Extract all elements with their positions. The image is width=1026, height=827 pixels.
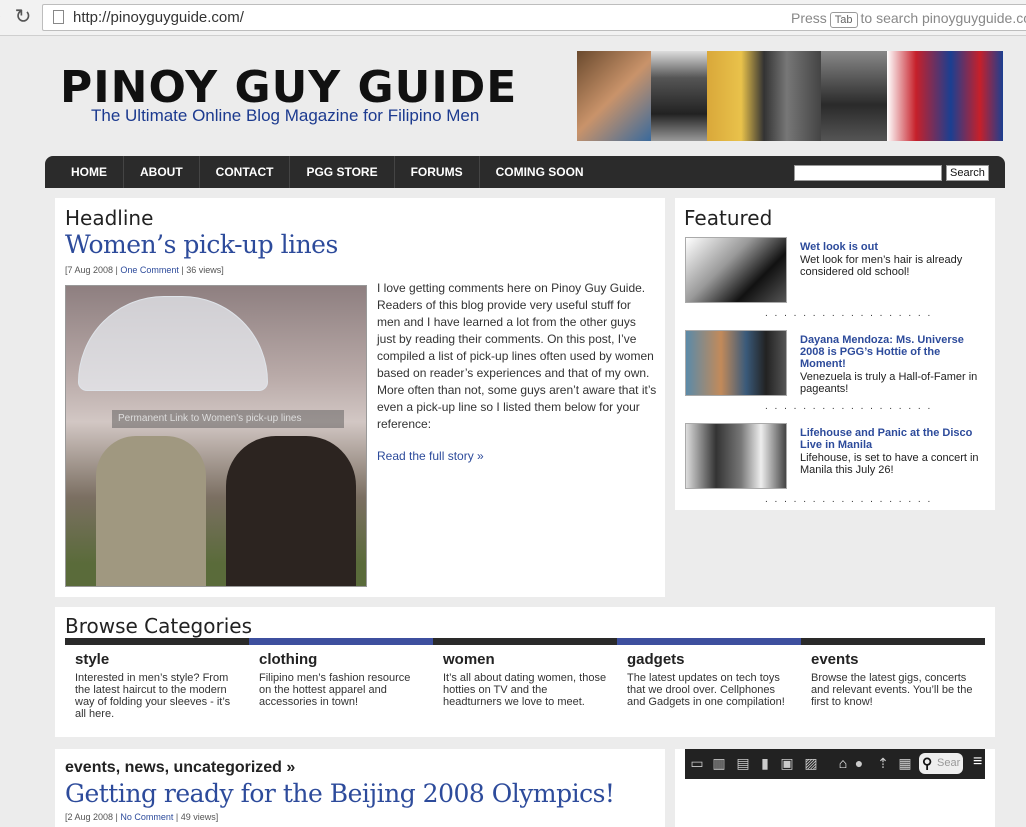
man-figure	[96, 436, 206, 586]
headline-meta: [7 Aug 2008 | One Comment | 36 views]	[65, 265, 224, 275]
widget-search-input[interactable]: ⚲ Sear	[919, 753, 963, 774]
nav-contact[interactable]: CONTACT	[200, 156, 291, 188]
bank-icon[interactable]: ⌂	[835, 755, 851, 771]
search-input[interactable]	[794, 165, 942, 181]
featured-desc: Lifehouse, is set to have a concert in M…	[800, 452, 979, 476]
reload-icon[interactable]: ↻	[12, 6, 34, 28]
widget-toolbar: ▭ ▥ ▤ ▮ ▣ ▨ ⌂ ● ⇡ ▦ ⚲ Sear ≡	[685, 749, 985, 779]
headline-views: | 36 views]	[178, 265, 224, 275]
search-hint: Press Tab to search pinoyguyguide.co	[791, 10, 1026, 28]
back-icon[interactable]: ›	[0, 7, 1, 23]
category-desc: The latest updates on tech toys that we …	[627, 672, 785, 708]
category-desc: It’s all about dating women, those hotti…	[443, 672, 607, 708]
nav-about[interactable]: ABOUT	[124, 156, 200, 188]
save-icon[interactable]: ▣	[779, 755, 795, 771]
nav-coming-soon[interactable]: COMING SOON	[480, 156, 600, 188]
post-meta: [2 Aug 2008 | No Comment | 49 views]	[65, 812, 218, 822]
url-text[interactable]: http://pinoyguyguide.com/	[73, 9, 244, 26]
headline-comments-link[interactable]: One Comment	[120, 265, 179, 275]
featured-desc: Venezuela is truly a Hall-of-Famer in pa…	[800, 371, 978, 395]
post-categories[interactable]: events, news, uncategorized »	[65, 759, 295, 777]
headline-photo[interactable]: Permanent Link to Women's pick-up lines	[65, 285, 367, 587]
image-icon[interactable]: ▨	[803, 755, 819, 771]
category-name[interactable]: events	[811, 651, 976, 668]
banner-photo-woman	[821, 51, 887, 141]
banner-photo-band	[707, 51, 821, 141]
category-name[interactable]: clothing	[259, 651, 424, 668]
category-name[interactable]: women	[443, 651, 608, 668]
search-icon: ⚲	[922, 755, 933, 771]
headline-panel: Headline Women’s pick-up lines [7 Aug 20…	[55, 198, 665, 597]
featured-title[interactable]: Dayana Mendoza: Ms. Universe 2008 is PGG…	[800, 334, 985, 370]
category-desc: Filipino men’s fashion resource on the h…	[259, 672, 411, 708]
headline-post-title[interactable]: Women’s pick-up lines	[65, 230, 338, 259]
featured-thumb-dayana[interactable]	[685, 330, 787, 396]
headline-date: [7 Aug 2008 |	[65, 265, 121, 275]
featured-thumb-wet-look[interactable]	[685, 237, 787, 303]
site-tagline: The Ultimate Online Blog Magazine for Fi…	[91, 106, 480, 125]
category-women[interactable]: women It’s all about dating women, those…	[433, 651, 608, 708]
category-events[interactable]: events Browse the latest gigs, concerts …	[801, 651, 976, 708]
hint-press: Press	[791, 10, 827, 26]
featured-divider: . . . . . . . . . . . . . . . . . .	[765, 401, 933, 412]
user-icon[interactable]: ●	[851, 755, 867, 771]
post-comments-link[interactable]: No Comment	[120, 812, 173, 822]
featured-title[interactable]: Wet look is out	[800, 241, 985, 253]
featured-section-title: Featured	[684, 206, 773, 230]
strip-segment-events	[801, 638, 985, 645]
browser-toolbar: › ↻ http://pinoyguyguide.com/ PressTabto…	[0, 0, 1026, 36]
address-bar[interactable]: http://pinoyguyguide.com/ Press Tab to sea…	[42, 4, 1026, 31]
widget-search-placeholder: Sear	[937, 757, 961, 769]
headline-section-title: Headline	[65, 206, 154, 230]
read-more-link[interactable]: Read the full story »	[377, 449, 484, 463]
nav-home[interactable]: HOME	[55, 156, 124, 188]
upload-icon[interactable]: ⇡	[875, 755, 891, 771]
post-date: [2 Aug 2008 |	[65, 812, 121, 822]
tab-key: Tab	[829, 12, 858, 28]
category-name[interactable]: style	[75, 651, 240, 668]
browse-section-title: Browse Categories	[65, 614, 252, 638]
featured-thumb-lifehouse[interactable]	[685, 423, 787, 489]
photo-caption: Permanent Link to Women's pick-up lines	[112, 410, 344, 428]
featured-divider: . . . . . . . . . . . . . . . . . .	[765, 308, 933, 319]
featured-panel: Featured Wet look is out Wet look for me…	[675, 198, 995, 510]
nav-forums[interactable]: FORUMS	[395, 156, 480, 188]
featured-divider: . . . . . . . . . . . . . . . . . .	[765, 494, 933, 505]
widget-panel: ▭ ▥ ▤ ▮ ▣ ▨ ⌂ ● ⇡ ▦ ⚲ Sear ≡	[675, 749, 995, 827]
strip-segment-women	[433, 638, 617, 645]
banner-photo-jacket	[887, 51, 1003, 141]
post-views: | 49 views]	[173, 812, 219, 822]
speaker-icon[interactable]: ▮	[757, 755, 773, 771]
post-title[interactable]: Getting ready for the Beijing 2008 Olymp…	[65, 779, 615, 808]
nav-pgg-store[interactable]: PGG STORE	[290, 156, 395, 188]
strip-segment-clothing	[249, 638, 433, 645]
category-desc: Browse the latest gigs, concerts and rel…	[811, 672, 973, 708]
window-icon[interactable]: ▭	[689, 755, 705, 771]
search-button[interactable]: Search	[946, 165, 989, 181]
banner-photo-model	[577, 51, 651, 141]
category-name[interactable]: gadgets	[627, 651, 792, 668]
featured-title[interactable]: Lifehouse and Panic at the Disco Live in…	[800, 427, 985, 451]
strip-segment-style	[65, 638, 249, 645]
browse-categories-panel: Browse Categories style Interested in me…	[55, 607, 995, 737]
post-panel: events, news, uncategorized » Getting re…	[55, 749, 665, 827]
header-banner[interactable]	[577, 51, 1003, 141]
book-icon[interactable]: ▥	[711, 755, 727, 771]
category-style[interactable]: style Interested in men’s style? From th…	[65, 651, 240, 720]
banner-photo-phone	[651, 51, 707, 141]
film-icon[interactable]: ▤	[735, 755, 751, 771]
category-desc: Interested in men’s style? From the late…	[75, 672, 231, 720]
category-gadgets[interactable]: gadgets The latest updates on tech toys …	[617, 651, 792, 708]
strip-segment-gadgets	[617, 638, 801, 645]
headline-excerpt: I love getting comments here on Pinoy Gu…	[377, 281, 657, 431]
main-navbar: HOME ABOUT CONTACT PGG STORE FORUMS COMI…	[45, 156, 1005, 188]
hint-rest: to search pinoyguyguide.co	[860, 10, 1026, 26]
gift-icon[interactable]: ▦	[897, 755, 913, 771]
menu-icon[interactable]: ≡	[973, 754, 985, 771]
page-icon	[53, 10, 64, 24]
category-clothing[interactable]: clothing Filipino men’s fashion resource…	[249, 651, 424, 708]
featured-desc: Wet look for men’s hair is already consi…	[800, 254, 963, 278]
category-color-strip	[65, 638, 985, 645]
woman-figure	[226, 436, 356, 586]
